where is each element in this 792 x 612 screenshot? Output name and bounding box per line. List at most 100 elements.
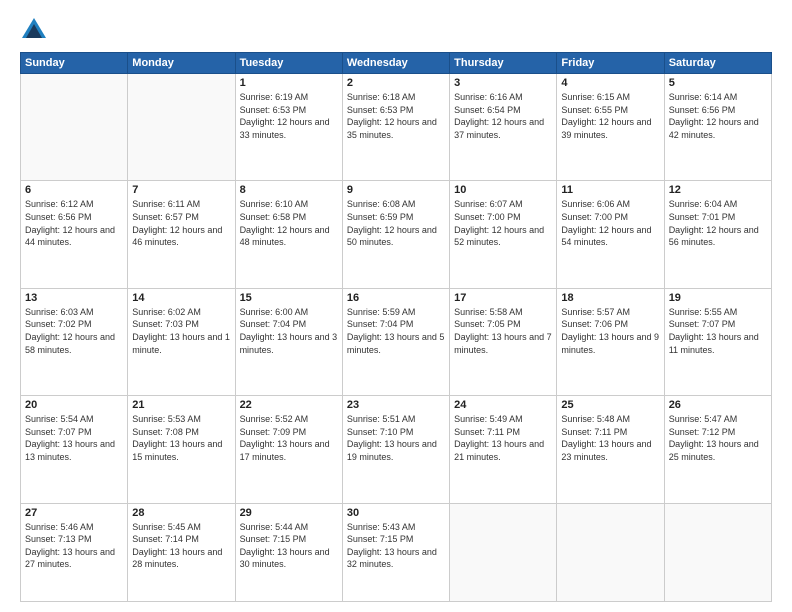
day-number: 5 <box>669 77 767 89</box>
weekday-header-monday: Monday <box>128 53 235 74</box>
calendar-cell: 24 Sunrise: 5:49 AM Sunset: 7:11 PM Dayli… <box>450 396 557 503</box>
calendar-cell: 9 Sunrise: 6:08 AM Sunset: 6:59 PM Daylig… <box>342 181 449 288</box>
calendar-cell: 15 Sunrise: 6:00 AM Sunset: 7:04 PM Dayli… <box>235 288 342 395</box>
day-number: 23 <box>347 399 445 411</box>
day-number: 25 <box>561 399 659 411</box>
calendar-cell: 3 Sunrise: 6:16 AM Sunset: 6:54 PM Daylig… <box>450 74 557 181</box>
calendar-cell: 30 Sunrise: 5:43 AM Sunset: 7:15 PM Dayli… <box>342 503 449 601</box>
day-info: Sunrise: 5:44 AM Sunset: 7:15 PM Dayligh… <box>240 521 338 571</box>
weekday-header-row: SundayMondayTuesdayWednesdayThursdayFrid… <box>21 53 772 74</box>
day-number: 3 <box>454 77 552 89</box>
calendar-cell <box>664 503 771 601</box>
day-info: Sunrise: 5:59 AM Sunset: 7:04 PM Dayligh… <box>347 306 445 356</box>
day-info: Sunrise: 5:43 AM Sunset: 7:15 PM Dayligh… <box>347 521 445 571</box>
day-info: Sunrise: 6:15 AM Sunset: 6:55 PM Dayligh… <box>561 91 659 141</box>
day-number: 24 <box>454 399 552 411</box>
calendar-cell: 27 Sunrise: 5:46 AM Sunset: 7:13 PM Dayli… <box>21 503 128 601</box>
weekday-header-sunday: Sunday <box>21 53 128 74</box>
day-number: 2 <box>347 77 445 89</box>
calendar-cell: 7 Sunrise: 6:11 AM Sunset: 6:57 PM Daylig… <box>128 181 235 288</box>
day-number: 18 <box>561 292 659 304</box>
calendar-cell <box>557 503 664 601</box>
day-info: Sunrise: 5:55 AM Sunset: 7:07 PM Dayligh… <box>669 306 767 356</box>
day-info: Sunrise: 5:53 AM Sunset: 7:08 PM Dayligh… <box>132 413 230 463</box>
week-row-1: 1 Sunrise: 6:19 AM Sunset: 6:53 PM Daylig… <box>21 74 772 181</box>
weekday-header-saturday: Saturday <box>664 53 771 74</box>
day-info: Sunrise: 5:45 AM Sunset: 7:14 PM Dayligh… <box>132 521 230 571</box>
day-number: 15 <box>240 292 338 304</box>
calendar-cell: 17Sunrise: 5:58 AM Sunset: 7:05 PM Dayli… <box>450 288 557 395</box>
calendar-cell: 26 Sunrise: 5:47 AM Sunset: 7:12 PM Dayli… <box>664 396 771 503</box>
day-info: Sunrise: 6:12 AM Sunset: 6:56 PM Dayligh… <box>25 198 123 248</box>
week-row-3: 13 Sunrise: 6:03 AM Sunset: 7:02 PM Dayli… <box>21 288 772 395</box>
calendar-cell: 13 Sunrise: 6:03 AM Sunset: 7:02 PM Dayli… <box>21 288 128 395</box>
calendar-cell <box>21 74 128 181</box>
calendar-cell: 5 Sunrise: 6:14 AM Sunset: 6:56 PM Daylig… <box>664 74 771 181</box>
day-info: Sunrise: 6:00 AM Sunset: 7:04 PM Dayligh… <box>240 306 338 356</box>
logo-icon <box>20 16 48 44</box>
day-info: Sunrise: 5:52 AM Sunset: 7:09 PM Dayligh… <box>240 413 338 463</box>
day-number: 26 <box>669 399 767 411</box>
day-info: Sunrise: 5:51 AM Sunset: 7:10 PM Dayligh… <box>347 413 445 463</box>
calendar: SundayMondayTuesdayWednesdayThursdayFrid… <box>20 52 772 602</box>
day-number: 13 <box>25 292 123 304</box>
day-number: 19 <box>669 292 767 304</box>
week-row-2: 6 Sunrise: 6:12 AM Sunset: 6:56 PM Daylig… <box>21 181 772 288</box>
calendar-cell: 2 Sunrise: 6:18 AM Sunset: 6:53 PM Daylig… <box>342 74 449 181</box>
day-number: 7 <box>132 184 230 196</box>
day-info: Sunrise: 6:19 AM Sunset: 6:53 PM Dayligh… <box>240 91 338 141</box>
day-info: Sunrise: 5:48 AM Sunset: 7:11 PM Dayligh… <box>561 413 659 463</box>
logo <box>20 16 52 44</box>
day-number: 16 <box>347 292 445 304</box>
weekday-header-wednesday: Wednesday <box>342 53 449 74</box>
day-info: Sunrise: 6:18 AM Sunset: 6:53 PM Dayligh… <box>347 91 445 141</box>
day-number: 11 <box>561 184 659 196</box>
calendar-cell: 20 Sunrise: 5:54 AM Sunset: 7:07 PM Dayli… <box>21 396 128 503</box>
calendar-cell: 29 Sunrise: 5:44 AM Sunset: 7:15 PM Dayli… <box>235 503 342 601</box>
day-number: 20 <box>25 399 123 411</box>
day-info: Sunrise: 6:03 AM Sunset: 7:02 PM Dayligh… <box>25 306 123 356</box>
calendar-cell: 16 Sunrise: 5:59 AM Sunset: 7:04 PM Dayli… <box>342 288 449 395</box>
calendar-cell: 18 Sunrise: 5:57 AM Sunset: 7:06 PM Dayli… <box>557 288 664 395</box>
day-info: Sunrise: 5:54 AM Sunset: 7:07 PM Dayligh… <box>25 413 123 463</box>
day-number: 8 <box>240 184 338 196</box>
weekday-header-friday: Friday <box>557 53 664 74</box>
day-info: Sunrise: 6:11 AM Sunset: 6:57 PM Dayligh… <box>132 198 230 248</box>
day-number: 12 <box>669 184 767 196</box>
day-info: Sunrise: 5:46 AM Sunset: 7:13 PM Dayligh… <box>25 521 123 571</box>
day-info: Sunrise: 6:14 AM Sunset: 6:56 PM Dayligh… <box>669 91 767 141</box>
day-info: Sunrise: 5:58 AM Sunset: 7:05 PM Dayligh… <box>454 306 552 356</box>
day-number: 9 <box>347 184 445 196</box>
day-number: 22 <box>240 399 338 411</box>
calendar-cell: 22 Sunrise: 5:52 AM Sunset: 7:09 PM Dayli… <box>235 396 342 503</box>
weekday-header-thursday: Thursday <box>450 53 557 74</box>
calendar-cell: 14 Sunrise: 6:02 AM Sunset: 7:03 PM Dayli… <box>128 288 235 395</box>
day-info: Sunrise: 5:49 AM Sunset: 7:11 PM Dayligh… <box>454 413 552 463</box>
day-info: Sunrise: 6:16 AM Sunset: 6:54 PM Dayligh… <box>454 91 552 141</box>
day-number: 1 <box>240 77 338 89</box>
calendar-cell <box>128 74 235 181</box>
day-info: Sunrise: 6:02 AM Sunset: 7:03 PM Dayligh… <box>132 306 230 356</box>
day-number: 28 <box>132 507 230 519</box>
day-number: 10 <box>454 184 552 196</box>
calendar-cell: 23 Sunrise: 5:51 AM Sunset: 7:10 PM Dayli… <box>342 396 449 503</box>
page: SundayMondayTuesdayWednesdayThursdayFrid… <box>0 0 792 612</box>
day-info: Sunrise: 6:06 AM Sunset: 7:00 PM Dayligh… <box>561 198 659 248</box>
calendar-cell: 12 Sunrise: 6:04 AM Sunset: 7:01 PM Dayli… <box>664 181 771 288</box>
day-number: 14 <box>132 292 230 304</box>
day-number: 4 <box>561 77 659 89</box>
calendar-cell: 8Sunrise: 6:10 AM Sunset: 6:58 PM Daylig… <box>235 181 342 288</box>
day-number: 27 <box>25 507 123 519</box>
calendar-cell: 6 Sunrise: 6:12 AM Sunset: 6:56 PM Daylig… <box>21 181 128 288</box>
calendar-cell: 28 Sunrise: 5:45 AM Sunset: 7:14 PM Dayli… <box>128 503 235 601</box>
day-number: 29 <box>240 507 338 519</box>
calendar-cell: 19 Sunrise: 5:55 AM Sunset: 7:07 PM Dayli… <box>664 288 771 395</box>
weekday-header-tuesday: Tuesday <box>235 53 342 74</box>
day-info: Sunrise: 6:04 AM Sunset: 7:01 PM Dayligh… <box>669 198 767 248</box>
day-number: 30 <box>347 507 445 519</box>
day-info: Sunrise: 6:08 AM Sunset: 6:59 PM Dayligh… <box>347 198 445 248</box>
day-info: Sunrise: 6:07 AM Sunset: 7:00 PM Dayligh… <box>454 198 552 248</box>
day-number: 6 <box>25 184 123 196</box>
day-info: Sunrise: 5:47 AM Sunset: 7:12 PM Dayligh… <box>669 413 767 463</box>
day-info: Sunrise: 5:57 AM Sunset: 7:06 PM Dayligh… <box>561 306 659 356</box>
